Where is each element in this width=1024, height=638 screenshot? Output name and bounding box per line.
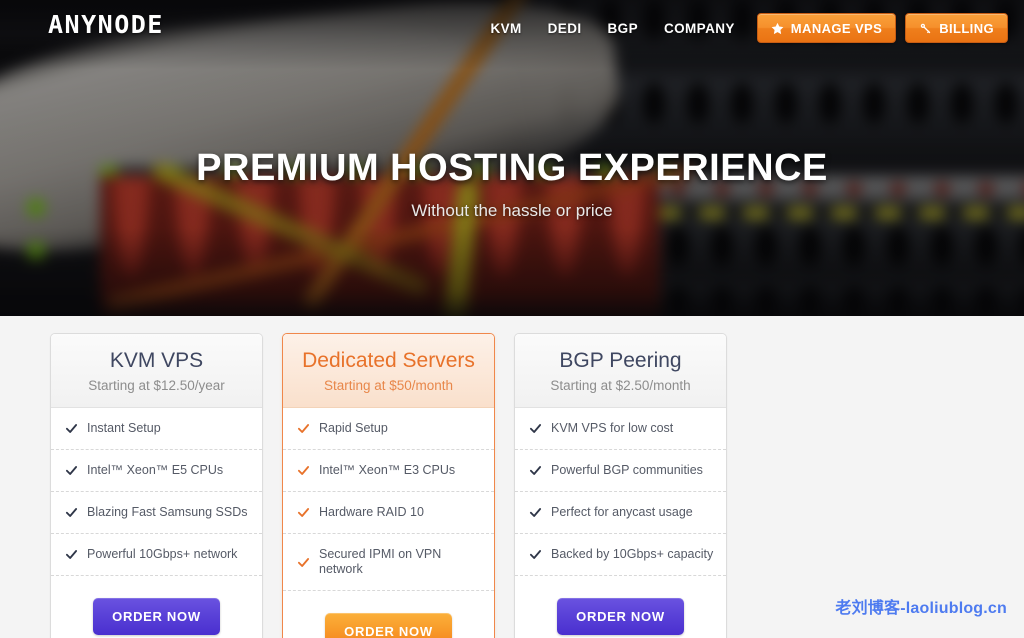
nav-item-kvm[interactable]: KVM — [477, 15, 534, 42]
pricing-card-bgp-peering: BGP Peering Starting at $2.50/month KVM … — [514, 333, 727, 638]
order-now-button[interactable]: ORDER NOW — [325, 613, 452, 638]
card-price: Starting at $50/month — [323, 378, 454, 394]
check-icon — [65, 422, 78, 435]
watermark: 老刘博客-laoliublog.cn — [835, 600, 1007, 617]
feature-label: Instant Setup — [87, 421, 161, 436]
feature-list: Instant Setup Intel™ Xeon™ E5 CPUs Blazi… — [51, 408, 262, 577]
order-now-button[interactable]: ORDER NOW — [557, 598, 684, 636]
feature-label: KVM VPS for low cost — [551, 421, 674, 436]
hero-title: PREMIUM HOSTING EXPERIENCE — [196, 147, 828, 189]
check-icon — [65, 548, 78, 561]
feature-label: Blazing Fast Samsung SSDs — [87, 505, 248, 520]
pricing-card-kvm-vps: KVM VPS Starting at $12.50/year Instant … — [50, 333, 263, 638]
order-now-button[interactable]: ORDER NOW — [93, 598, 220, 636]
list-item: Hardware RAID 10 — [283, 492, 494, 535]
card-price: Starting at $2.50/month — [550, 378, 691, 394]
list-item: Powerful 10Gbps+ network — [51, 534, 262, 577]
card-footer: ORDER NOW — [515, 576, 726, 638]
feature-label: Hardware RAID 10 — [319, 505, 424, 520]
check-icon — [297, 422, 310, 435]
billing-button[interactable]: BILLING — [905, 13, 1008, 43]
card-price: Starting at $12.50/year — [88, 378, 225, 394]
list-item: Blazing Fast Samsung SSDs — [51, 492, 262, 535]
feature-label: Intel™ Xeon™ E5 CPUs — [87, 463, 224, 478]
card-header: Dedicated Servers Starting at $50/month — [283, 334, 494, 409]
site-header: ANYNODE KVM DEDI BGP COMPANY MANAGE VPS — [0, 0, 1024, 56]
main-navigation: KVM DEDI BGP COMPANY MANAGE VPS BILLING — [477, 13, 1008, 43]
nav-item-dedi[interactable]: DEDI — [535, 15, 595, 42]
manage-vps-label: MANAGE VPS — [790, 20, 883, 36]
feature-list: KVM VPS for low cost Powerful BGP commun… — [515, 408, 726, 577]
check-icon — [65, 464, 78, 477]
page-root: PREMIUM HOSTING EXPERIENCE Without the h… — [0, 0, 1024, 638]
card-footer: ORDER NOW — [283, 591, 494, 638]
billing-label: BILLING — [939, 20, 994, 36]
check-icon — [529, 506, 542, 519]
list-item: Rapid Setup — [283, 408, 494, 451]
check-icon — [529, 422, 542, 435]
hero-subtitle: Without the hassle or price — [411, 200, 613, 220]
card-header: BGP Peering Starting at $2.50/month — [515, 334, 726, 409]
site-logo[interactable]: ANYNODE — [48, 12, 164, 37]
list-item: Instant Setup — [51, 408, 262, 451]
check-icon — [529, 464, 542, 477]
feature-label: Rapid Setup — [319, 421, 388, 436]
pricing-card-dedicated-servers: Dedicated Servers Starting at $50/month … — [282, 333, 495, 638]
feature-label: Powerful 10Gbps+ network — [87, 547, 238, 562]
pricing-cards: KVM VPS Starting at $12.50/year Instant … — [50, 333, 974, 638]
check-icon — [297, 464, 310, 477]
nav-item-bgp[interactable]: BGP — [595, 15, 651, 42]
feature-label: Intel™ Xeon™ E3 CPUs — [319, 463, 456, 478]
card-title: BGP Peering — [559, 349, 682, 372]
manage-vps-button[interactable]: MANAGE VPS — [756, 13, 897, 43]
list-item: Backed by 10Gbps+ capacity — [515, 534, 726, 577]
key-icon — [919, 22, 932, 35]
list-item: Secured IPMI on VPN network — [283, 534, 494, 592]
list-item: Powerful BGP communities — [515, 450, 726, 493]
hero-text-block: PREMIUM HOSTING EXPERIENCE Without the h… — [0, 147, 1024, 221]
check-icon — [529, 548, 542, 561]
list-item: Intel™ Xeon™ E5 CPUs — [51, 450, 262, 493]
feature-label: Powerful BGP communities — [551, 463, 703, 478]
feature-label: Secured IPMI on VPN network — [319, 547, 442, 577]
nav-item-company[interactable]: COMPANY — [651, 15, 748, 42]
list-item: Perfect for anycast usage — [515, 492, 726, 535]
card-header: KVM VPS Starting at $12.50/year — [51, 334, 262, 409]
list-item: KVM VPS for low cost — [515, 408, 726, 451]
feature-list: Rapid Setup Intel™ Xeon™ E3 CPUs Hardwar… — [283, 408, 494, 592]
card-title: KVM VPS — [109, 349, 204, 372]
check-icon — [297, 556, 310, 569]
card-title: Dedicated Servers — [302, 349, 475, 372]
check-icon — [65, 506, 78, 519]
card-footer: ORDER NOW — [51, 576, 262, 638]
feature-label: Backed by 10Gbps+ capacity — [551, 547, 714, 562]
list-item: Intel™ Xeon™ E3 CPUs — [283, 450, 494, 493]
feature-label: Perfect for anycast usage — [551, 505, 693, 520]
check-icon — [297, 506, 310, 519]
star-icon — [771, 22, 784, 35]
